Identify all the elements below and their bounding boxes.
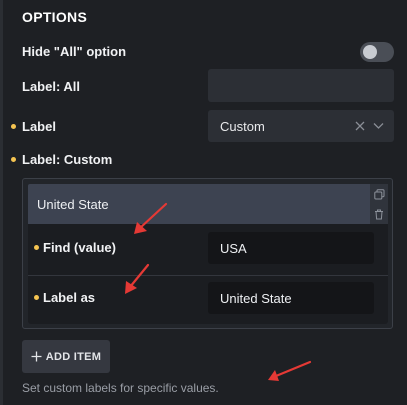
chevron-down-icon[interactable] bbox=[373, 122, 384, 130]
add-item-button[interactable]: ADD ITEM bbox=[22, 340, 110, 373]
custom-labels-repeater: United State Find (value) USA Label as U… bbox=[22, 178, 393, 329]
hide-all-toggle[interactable] bbox=[360, 42, 394, 62]
label-as-input[interactable]: United State bbox=[208, 282, 374, 314]
hide-all-label: Hide "All" option bbox=[22, 44, 127, 59]
row-divider bbox=[28, 275, 388, 276]
duplicate-icon[interactable] bbox=[373, 188, 385, 200]
label-all-input[interactable] bbox=[208, 69, 394, 102]
label-select-label: Label bbox=[22, 119, 56, 134]
arrow-annotation bbox=[125, 263, 150, 294]
repeater-item-tools bbox=[370, 184, 388, 224]
section-title: OPTIONS bbox=[22, 9, 88, 25]
options-panel: OPTIONS Hide "All" option Label: All Lab… bbox=[0, 0, 407, 405]
panel-left-rail bbox=[0, 0, 3, 405]
add-item-label: ADD ITEM bbox=[45, 350, 102, 363]
label-all-label: Label: All bbox=[22, 79, 81, 94]
plus-icon bbox=[31, 351, 42, 362]
arrow-annotation bbox=[268, 360, 312, 381]
find-value-input[interactable]: USA bbox=[208, 232, 374, 264]
label-select-value: Custom bbox=[220, 118, 265, 134]
close-icon[interactable] bbox=[355, 121, 365, 131]
repeater-item-title: United State bbox=[37, 196, 109, 212]
help-text: Set custom labels for specific values. bbox=[22, 381, 219, 395]
label-custom-label: Label: Custom bbox=[22, 152, 113, 167]
required-dot bbox=[11, 124, 16, 129]
label-as-label: Label as bbox=[43, 290, 96, 305]
required-dot bbox=[11, 157, 16, 162]
repeater-item-body: Find (value) USA Label as United State bbox=[28, 224, 388, 324]
toggle-knob bbox=[363, 45, 377, 59]
repeater-item-header[interactable]: United State bbox=[28, 184, 370, 224]
trash-icon[interactable] bbox=[374, 209, 384, 220]
label-select[interactable]: Custom bbox=[208, 110, 394, 142]
arrow-annotation bbox=[134, 202, 168, 234]
find-value-label: Find (value) bbox=[43, 240, 116, 255]
required-dot bbox=[34, 245, 39, 250]
required-dot bbox=[34, 295, 39, 300]
